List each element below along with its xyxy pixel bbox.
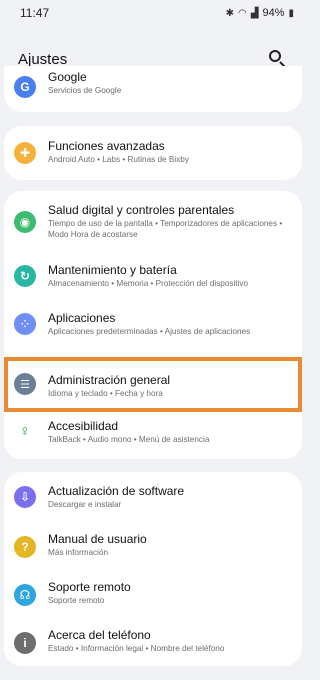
google-icon: G xyxy=(14,76,36,98)
settings-item-label: Actualización de software xyxy=(48,484,185,498)
status-bar: 11:47 ✱ ◠ ▟ 94% ▮ xyxy=(0,0,306,26)
settings-item-label: Mantenimiento y batería xyxy=(48,263,177,277)
settings-item-label: Aplicaciones xyxy=(48,311,116,325)
settings-item-about-phone[interactable]: i Acerca del teléfono Estado • Informaci… xyxy=(4,618,302,666)
settings-item-software-update[interactable]: ⇩ Actualización de software Descargar e … xyxy=(4,472,302,522)
settings-group-advanced: ✚ Funciones avanzadas Android Auto • Lab… xyxy=(4,126,302,180)
settings-item-sub: Descargar e instalar xyxy=(48,500,122,509)
settings-item-sub: Soporte remoto xyxy=(48,596,105,605)
sliders-icon: ☰ xyxy=(14,373,36,395)
apps-icon: ⁘ xyxy=(14,313,36,335)
settings-item-label: Manual de usuario xyxy=(48,532,147,546)
bluetooth-icon: ✱ xyxy=(225,7,235,19)
status-icons: ✱ ◠ ▟ 94% ▮ xyxy=(226,7,294,19)
settings-item-digital-wellbeing[interactable]: ◉ Salud digital y controles parentales T… xyxy=(4,191,302,255)
battery-level: 94% xyxy=(262,7,285,19)
settings-item-sub: Aplicaciones predeterminadas • Ajustes d… xyxy=(48,327,251,336)
settings-item-remote-support[interactable]: ☊ Soporte remoto Soporte remoto xyxy=(4,570,302,618)
page-title: Ajustes xyxy=(18,50,68,68)
settings-item-label: Salud digital y controles parentales xyxy=(48,203,235,217)
settings-item-advanced-features[interactable]: ✚ Funciones avanzadas Android Auto • Lab… xyxy=(4,126,302,180)
settings-group-main: ◉ Salud digital y controles parentales T… xyxy=(4,191,302,459)
settings-item-sub: Más información xyxy=(48,548,109,557)
digital-wellbeing-icon: ◉ xyxy=(14,211,36,233)
settings-item-sub: Almacenamiento • Memoria • Protección de… xyxy=(48,279,249,288)
settings-item-sub: Android Auto • Labs • Rutinas de Bixby xyxy=(48,155,189,164)
settings-item-apps[interactable]: ⁘ Aplicaciones Aplicaciones predetermina… xyxy=(4,301,302,353)
settings-item-sub: Servicios de Google xyxy=(48,86,122,95)
search-icon xyxy=(269,50,281,62)
accessibility-icon: ♀ xyxy=(14,421,36,443)
settings-item-general-management[interactable]: ☰ Administración general Idioma y teclad… xyxy=(4,361,302,413)
about-phone-icon: i xyxy=(14,632,36,654)
settings-item-sub: TalkBack • Audio mono • Menú de asistenc… xyxy=(48,435,210,444)
advanced-features-icon: ✚ xyxy=(14,142,36,164)
settings-item-label: Acerca del teléfono xyxy=(48,628,151,642)
settings-item-user-manual[interactable]: ? Manual de usuario Más información xyxy=(4,522,302,570)
software-update-icon: ⇩ xyxy=(14,486,36,508)
status-time: 11:47 xyxy=(20,6,50,20)
settings-item-label: Administración general xyxy=(48,373,171,387)
signal-icon: ▟ xyxy=(250,7,259,19)
settings-item-sub: Tiempo de uso de la pantalla • Temporiza… xyxy=(48,219,283,239)
settings-item-label: Funciones avanzadas xyxy=(48,139,165,153)
remote-support-icon: ☊ xyxy=(14,584,36,606)
settings-item-label: Soporte remoto xyxy=(48,580,131,594)
settings-item-label: Google xyxy=(48,70,87,84)
settings-item-google[interactable]: G Google Servicios de Google xyxy=(4,66,302,112)
settings-item-sub: Estado • Información legal • Nombre del … xyxy=(48,644,225,653)
wifi-icon: ◠ xyxy=(238,7,247,19)
settings-group-support: ⇩ Actualización de software Descargar e … xyxy=(4,472,302,666)
settings-item-accessibility[interactable]: ♀ Accesibilidad TalkBack • Audio mono • … xyxy=(4,413,302,459)
settings-item-device-care[interactable]: ↻ Mantenimiento y batería Almacenamiento… xyxy=(4,255,302,301)
settings-item-sub: Idioma y teclado • Fecha y hora xyxy=(48,389,163,398)
settings-item-label: Accesibilidad xyxy=(48,419,119,433)
user-manual-icon: ? xyxy=(14,536,36,558)
device-care-icon: ↻ xyxy=(14,265,36,287)
battery-icon: ▮ xyxy=(288,7,294,19)
settings-group-google: G Google Servicios de Google xyxy=(4,66,302,112)
